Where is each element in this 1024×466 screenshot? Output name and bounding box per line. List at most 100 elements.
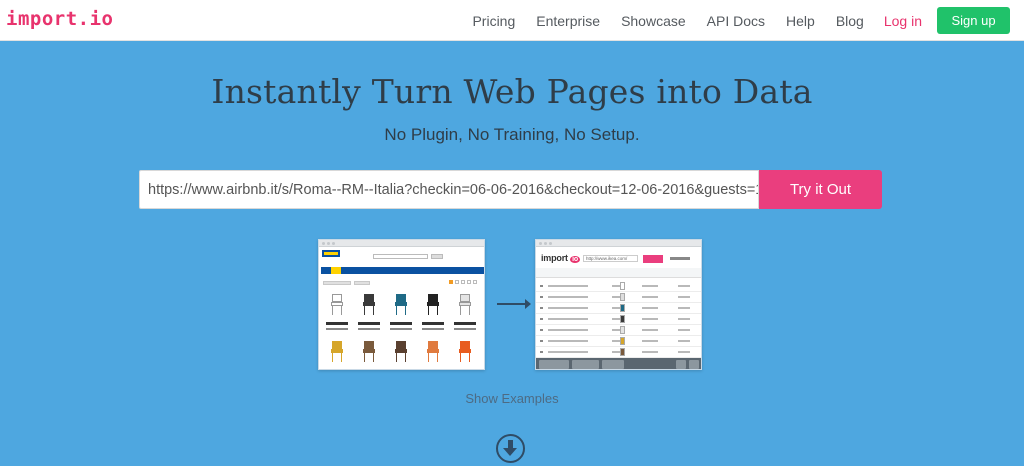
show-examples-link[interactable]: Show Examples xyxy=(0,391,1024,406)
table-cell xyxy=(642,340,658,342)
chair-product-image xyxy=(425,293,441,315)
nav-links: Pricing Enterprise Showcase API Docs Hel… xyxy=(451,7,1010,34)
table-cell xyxy=(678,329,690,331)
table-row xyxy=(536,291,701,292)
table-cell xyxy=(540,351,543,353)
chair-product-image xyxy=(329,293,345,315)
table-cell xyxy=(612,318,620,320)
table-cell xyxy=(678,307,690,309)
nav-link-blog[interactable]: Blog xyxy=(836,13,864,29)
examples-link xyxy=(670,257,690,260)
table-cell xyxy=(642,329,658,331)
hero-headline: Instantly Turn Web Pages into Data xyxy=(211,72,813,111)
nav-link-showcase[interactable]: Showcase xyxy=(621,13,686,29)
table-cell xyxy=(540,307,543,309)
table-cell xyxy=(612,307,620,309)
product-thumbnail xyxy=(620,304,625,312)
table-cell xyxy=(548,340,588,342)
table-cell xyxy=(642,307,658,309)
chair-product-image xyxy=(425,340,441,362)
download-button xyxy=(572,360,599,369)
chair-product-image xyxy=(329,340,345,362)
copy-table-button xyxy=(539,360,569,369)
table-cell xyxy=(548,329,588,331)
table-cell xyxy=(548,285,588,287)
product-thumbnail xyxy=(620,315,625,323)
nav-link-api-docs[interactable]: API Docs xyxy=(707,13,765,29)
filter-chip xyxy=(354,281,370,285)
url-input[interactable]: https://www.airbnb.it/s/Roma--RM--Italia… xyxy=(139,170,759,209)
ikea-search-button xyxy=(431,254,443,259)
table-header xyxy=(536,268,701,278)
table-row xyxy=(536,335,701,336)
import-io-mini-logo: import io xyxy=(541,253,580,263)
table-cell xyxy=(548,307,588,309)
price-label xyxy=(454,322,476,325)
import-io-logo[interactable]: import.io xyxy=(6,8,113,30)
table-cell xyxy=(678,351,690,353)
price-label xyxy=(326,322,348,325)
pager xyxy=(473,280,477,284)
hero-subline: No Plugin, No Training, No Setup. xyxy=(384,125,640,144)
table-row xyxy=(536,302,701,303)
ikea-search-box xyxy=(373,254,428,259)
price-label xyxy=(422,322,444,325)
ikea-logo xyxy=(322,250,340,257)
product-thumbnail xyxy=(620,282,625,290)
try-it-out-button[interactable]: Try it Out xyxy=(759,170,882,209)
url-form: https://www.airbnb.it/s/Roma--RM--Italia… xyxy=(139,170,882,209)
arrow-right-icon xyxy=(497,299,531,309)
pager xyxy=(449,280,453,284)
product-name xyxy=(454,328,476,330)
product-thumbnail xyxy=(620,293,625,301)
table-cell xyxy=(540,329,543,331)
price-label xyxy=(390,322,412,325)
table-cell xyxy=(548,351,588,353)
nav-link-enterprise[interactable]: Enterprise xyxy=(536,13,600,29)
chair-product-image xyxy=(393,340,409,362)
nav-link-help[interactable]: Help xyxy=(786,13,815,29)
table-cell xyxy=(678,318,690,320)
product-thumbnail xyxy=(620,326,625,334)
product-thumbnail xyxy=(620,348,625,356)
chair-product-image xyxy=(457,340,473,362)
pager xyxy=(467,280,471,284)
table-cell xyxy=(612,340,620,342)
table-cell xyxy=(678,296,690,298)
table-cell xyxy=(642,296,658,298)
get-data-button xyxy=(643,255,663,263)
product-name xyxy=(326,328,348,330)
get-api-button xyxy=(602,360,624,369)
table-cell xyxy=(540,296,543,298)
table-cell xyxy=(642,285,658,287)
chair-product-image xyxy=(393,293,409,315)
chair-product-image xyxy=(361,293,377,315)
filter-chip xyxy=(323,281,351,285)
nav-link-pricing[interactable]: Pricing xyxy=(472,13,515,29)
ikea-menu-bar xyxy=(321,267,484,274)
table-row xyxy=(536,324,701,325)
table-cell xyxy=(540,340,543,342)
chair-product-image xyxy=(361,340,377,362)
table-cell xyxy=(540,285,543,287)
source-page-thumbnail xyxy=(318,239,485,370)
login-link[interactable]: Log in xyxy=(884,13,922,29)
browser-bar xyxy=(536,240,701,247)
product-name xyxy=(358,328,380,330)
signup-button[interactable]: Sign up xyxy=(937,7,1010,34)
table-footer xyxy=(536,358,701,369)
mini-url-input: http://www.ikea.com/ xyxy=(583,255,638,262)
table-cell xyxy=(612,329,620,331)
price-label xyxy=(358,322,380,325)
product-thumbnail xyxy=(620,337,625,345)
table-row xyxy=(536,313,701,314)
table-cell xyxy=(612,296,620,298)
browser-bar xyxy=(319,240,484,247)
pager xyxy=(461,280,465,284)
top-navbar: import.io Pricing Enterprise Showcase AP… xyxy=(0,0,1024,41)
table-row xyxy=(536,346,701,347)
arrow-down-circle-icon[interactable] xyxy=(496,434,525,463)
table-cell xyxy=(612,351,620,353)
product-name xyxy=(422,328,444,330)
table-cell xyxy=(642,318,658,320)
